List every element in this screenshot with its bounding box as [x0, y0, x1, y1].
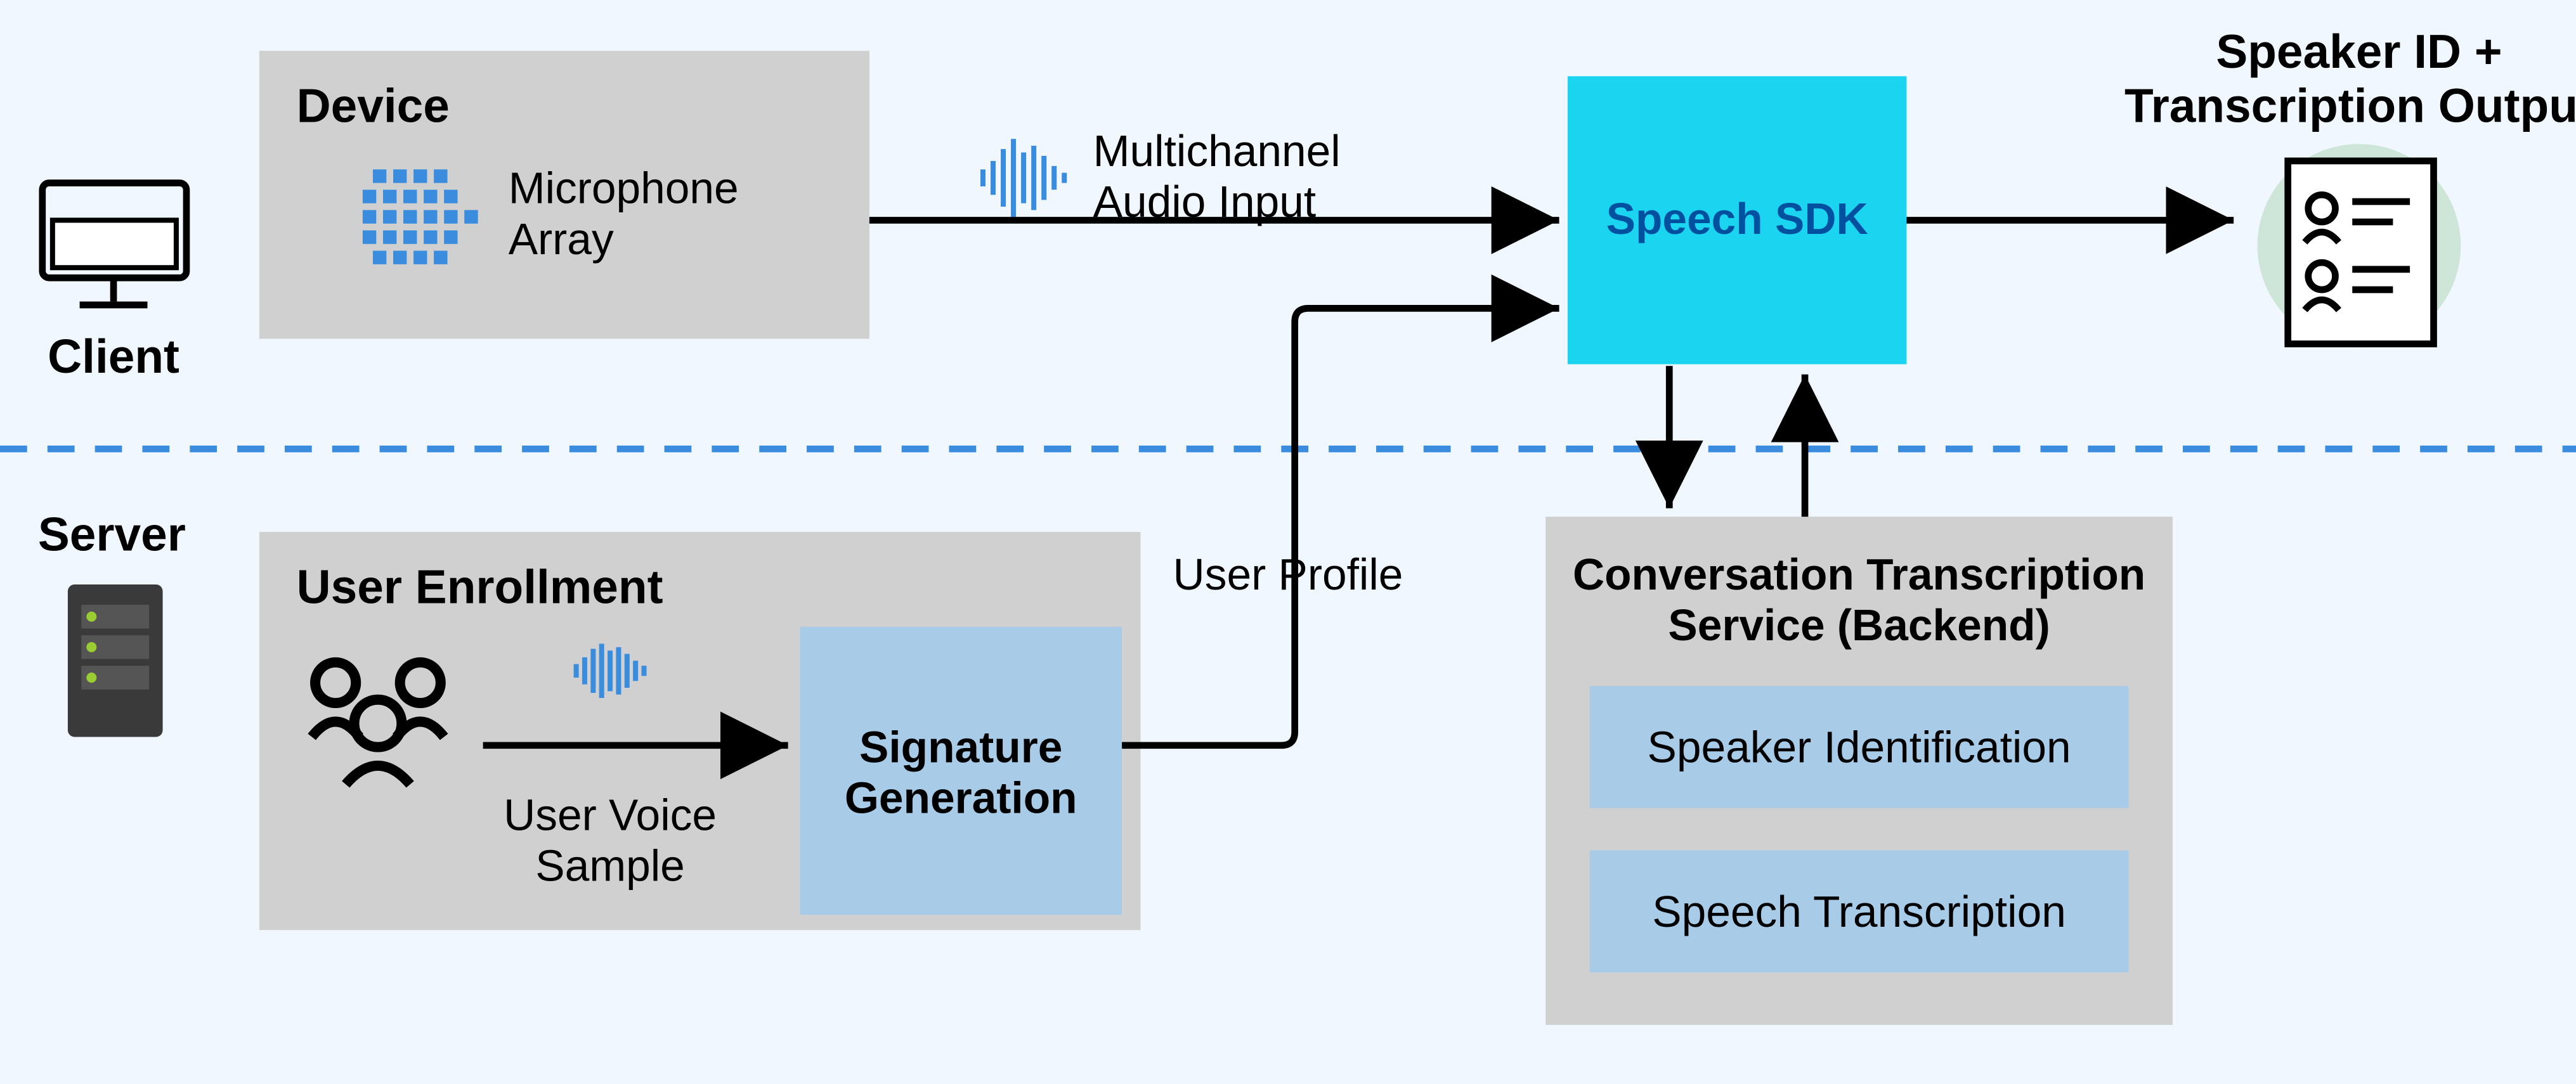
device-title: Device: [297, 79, 450, 132]
audio-waveform-icon: [983, 139, 1064, 217]
backend-title-2: Service (Backend): [1668, 600, 2050, 650]
voice-sample-label-2: Sample: [535, 841, 685, 891]
output-title-2: Transcription Output: [2124, 79, 2576, 132]
device-box: Device Microphone Array: [259, 51, 869, 339]
audio-input-label-1: Multichannel: [1093, 126, 1341, 176]
client-label: Client: [48, 330, 179, 383]
user-enrollment-title: User Enrollment: [297, 560, 663, 613]
mic-label-2: Array: [509, 214, 614, 264]
user-enrollment-box: User Enrollment User Voice Sample Signat…: [259, 532, 1141, 930]
backend-box: Conversation Transcription Service (Back…: [1545, 517, 2173, 1025]
speaker-id-label: Speaker Identification: [1648, 723, 2071, 772]
speech-sdk-label: Speech SDK: [1606, 194, 1868, 243]
user-profile-label: User Profile: [1173, 550, 1403, 599]
speech-sdk-box: Speech SDK: [1568, 76, 1906, 364]
architecture-diagram: Client Server Device Microphone Array: [0, 0, 2576, 1084]
arrow-siggen-to-sdk: [1122, 308, 1559, 745]
output-icon: [2258, 144, 2461, 347]
voice-sample-label-1: User Voice: [504, 790, 717, 839]
backend-title-1: Conversation Transcription: [1573, 550, 2145, 599]
speech-trans-label: Speech Transcription: [1652, 887, 2066, 936]
server-rack-icon: [68, 584, 163, 737]
server-label: Server: [38, 508, 186, 561]
mic-label-1: Microphone: [509, 164, 739, 213]
sig-gen-2: Generation: [845, 773, 1077, 823]
sig-gen-1: Signature: [859, 723, 1062, 772]
monitor-icon: [42, 183, 186, 305]
output-title-1: Speaker ID +: [2216, 25, 2502, 78]
